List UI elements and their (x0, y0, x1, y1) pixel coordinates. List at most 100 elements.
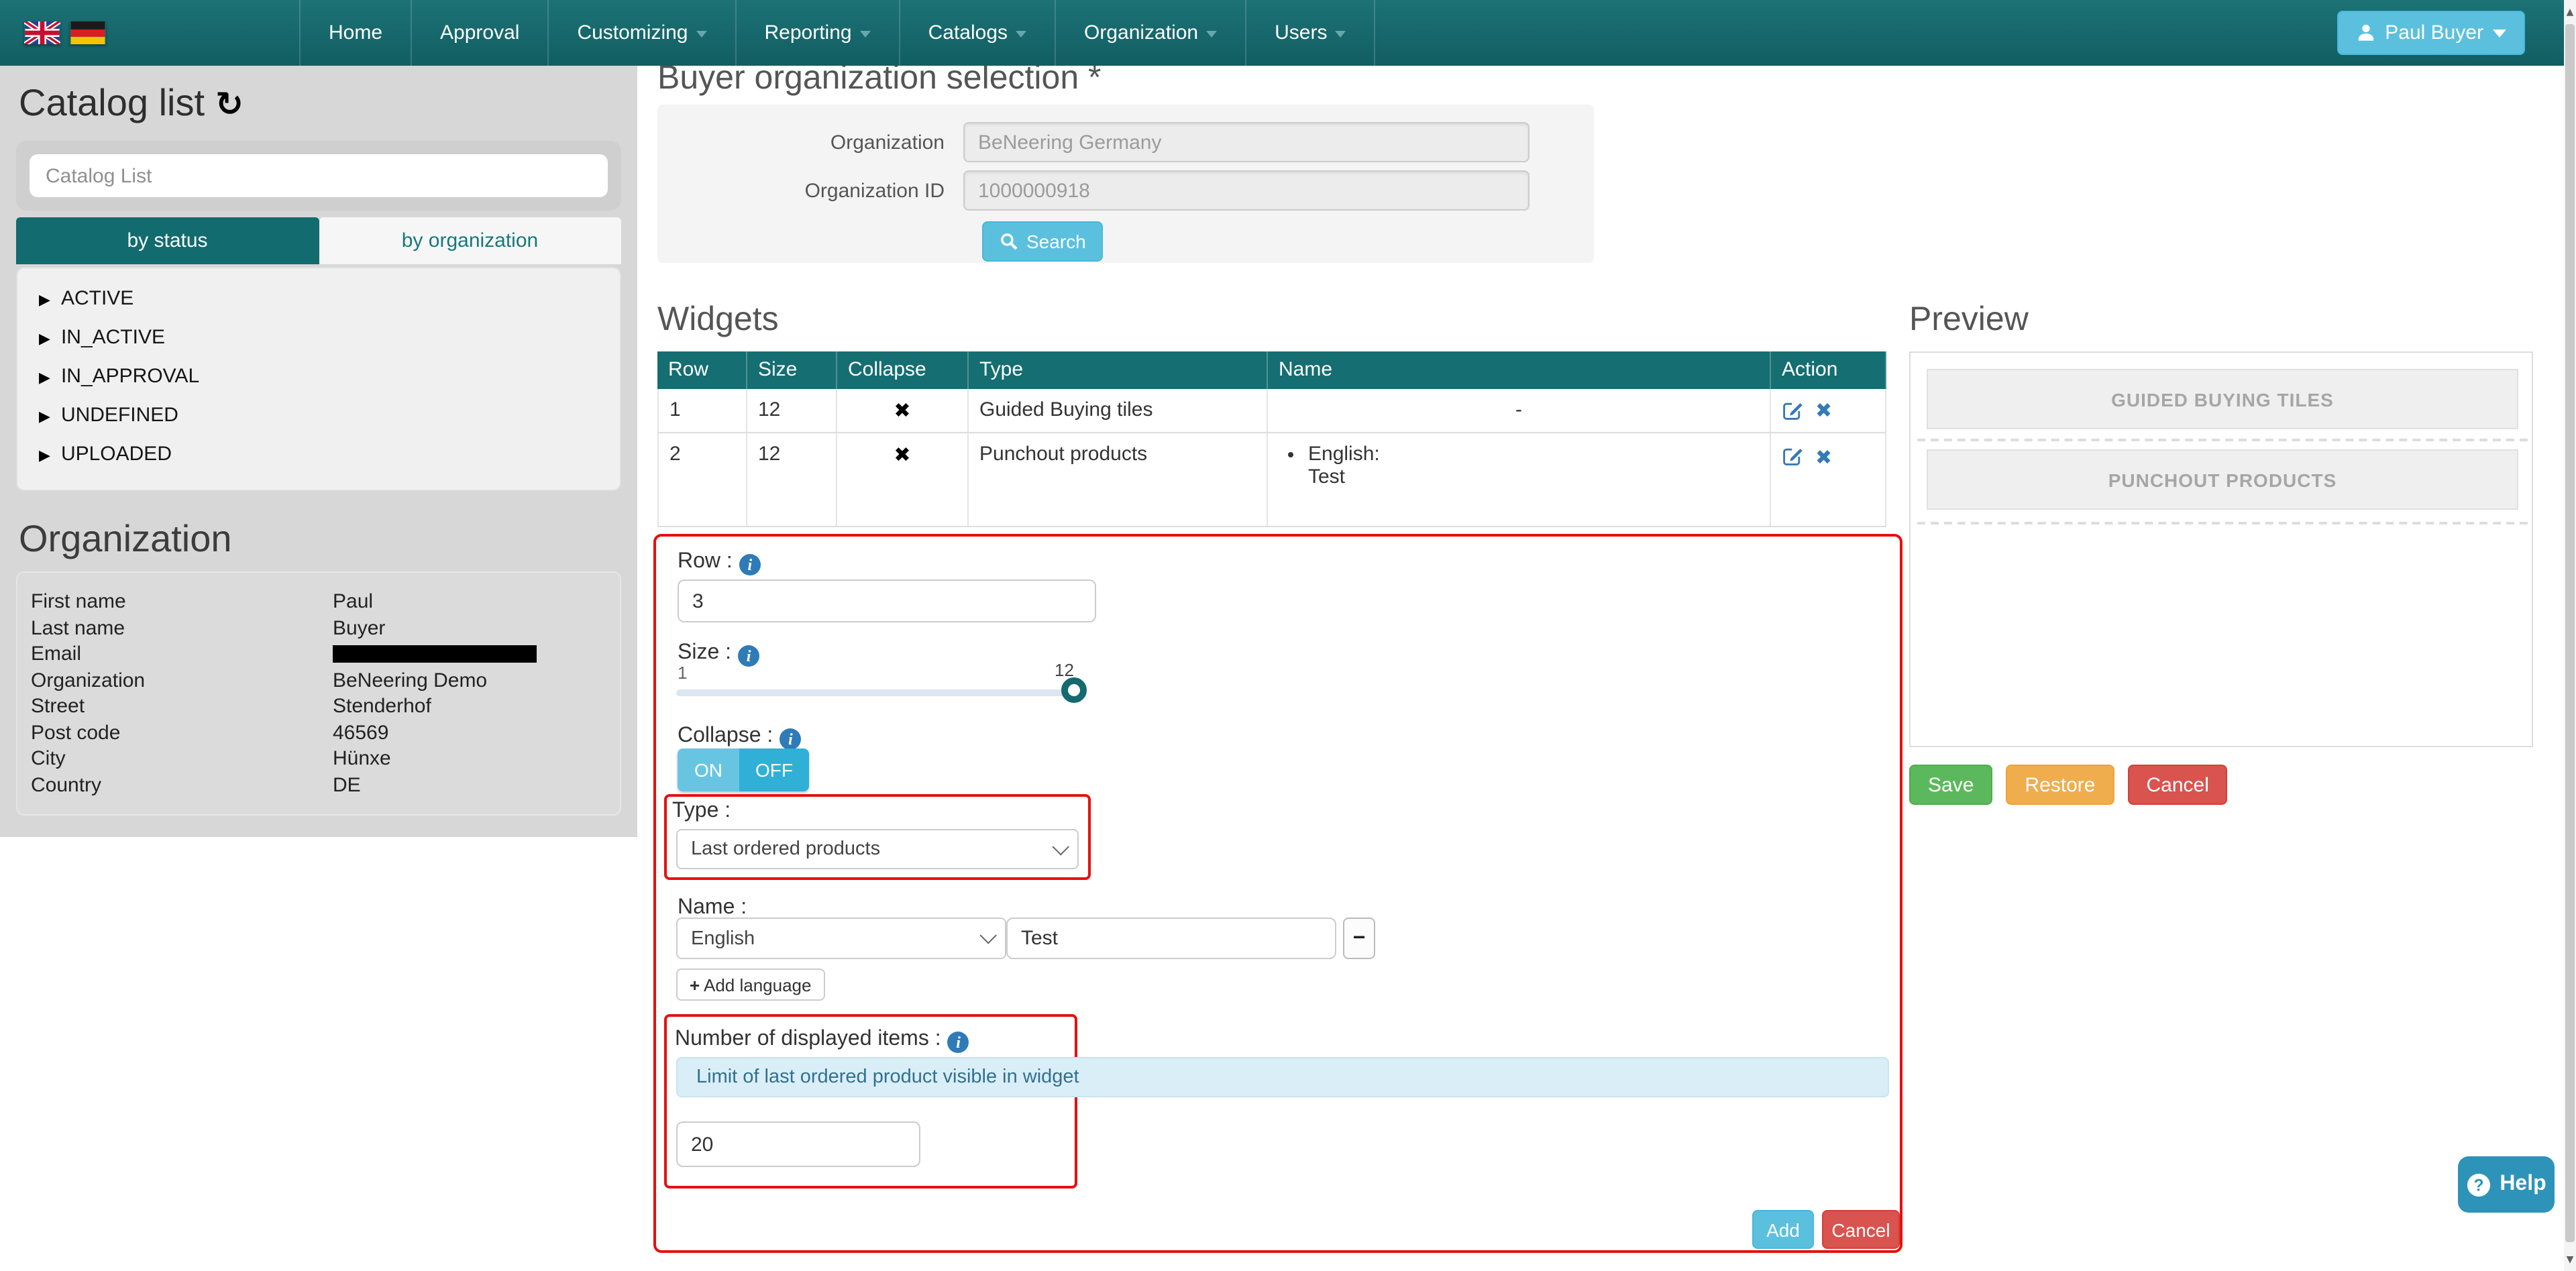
org-field-first-name: First namePaul (31, 589, 606, 615)
language-switcher (24, 21, 106, 44)
question-icon: ? (2466, 1172, 2491, 1197)
organization-title: Organization (19, 518, 619, 561)
items-label: Number of displayed items :i (675, 1028, 969, 1053)
widgets-title: Widgets (657, 300, 779, 339)
save-button[interactable]: Save (1909, 765, 1992, 805)
add-language-button[interactable]: + Add language (676, 969, 825, 1001)
language-select[interactable]: English (676, 918, 1006, 959)
status-item-in-approval[interactable]: ▶IN_APPROVAL (17, 357, 620, 396)
nav-customizing[interactable]: Customizing (549, 0, 736, 66)
main-menu: Home Approval Customizing Reporting Cata… (299, 0, 1375, 66)
edit-icon[interactable] (1782, 445, 1803, 467)
toggle-off-button[interactable]: OFF (739, 749, 809, 791)
organization-details: First namePaul Last nameBuyer Email Orga… (16, 571, 621, 816)
scroll-up-icon[interactable]: ▲ (2564, 4, 2576, 20)
col-size: Size (747, 351, 837, 389)
organization-id-label: Organization ID (679, 179, 963, 202)
items-hint-bar: Limit of last ordered product visible in… (676, 1057, 1889, 1097)
toggle-on-button[interactable]: ON (678, 749, 739, 791)
preview-tile-guided-buying: GUIDED BUYING TILES (1927, 369, 2518, 429)
org-field-organization: OrganizationBeNeering Demo (31, 667, 606, 694)
name-label: Name : (678, 896, 747, 920)
org-field-city: CityHünxe (31, 746, 606, 772)
preview-actions: Save Restore Cancel (1909, 765, 2228, 805)
info-icon[interactable]: i (739, 554, 761, 575)
info-icon[interactable]: i (780, 728, 801, 750)
row-input[interactable] (678, 579, 1096, 622)
nav-users[interactable]: Users (1246, 0, 1375, 66)
organization-id-input (963, 170, 1529, 211)
search-button[interactable]: Search (982, 221, 1104, 262)
triangle-right-icon: ▶ (39, 291, 50, 309)
nav-approval[interactable]: Approval (412, 0, 549, 66)
help-button[interactable]: ? Help (2458, 1156, 2555, 1213)
page: Home Approval Customizing Reporting Cata… (0, 0, 2576, 1271)
user-name: Paul Buyer (2385, 21, 2483, 44)
type-select[interactable]: Last ordered products (676, 829, 1079, 869)
triangle-right-icon: ▶ (39, 447, 50, 464)
status-item-uploaded[interactable]: ▶UPLOADED (17, 435, 620, 474)
add-widget-form: Row :i Size :i 1 12 Collapse :i ON OFF T… (653, 534, 1902, 1253)
col-collapse: Collapse (837, 351, 969, 389)
page-scrollbar[interactable]: ▲ ▼ (2564, 0, 2576, 1271)
collapse-x-icon: ✖ (837, 433, 969, 526)
preview-title: Preview (1909, 300, 2029, 339)
items-count-input[interactable] (676, 1121, 920, 1167)
triangle-right-icon: ▶ (39, 369, 50, 386)
chevron-down-icon (980, 927, 997, 944)
col-action: Action (1771, 351, 1886, 389)
chevron-down-icon (1206, 30, 1217, 37)
collapse-label: Collapse :i (678, 724, 801, 750)
triangle-right-icon: ▶ (39, 330, 50, 347)
info-icon[interactable]: i (738, 645, 759, 667)
user-menu-button[interactable]: Paul Buyer (2337, 11, 2525, 55)
cancel-button[interactable]: Cancel (2127, 765, 2227, 805)
org-field-email: Email (31, 641, 606, 667)
catalog-search-input[interactable] (30, 154, 608, 197)
type-label: Type : (672, 799, 731, 824)
german-flag-icon[interactable] (70, 21, 106, 44)
size-slider-track[interactable] (676, 689, 1079, 696)
info-icon[interactable]: i (948, 1032, 969, 1053)
status-item-active[interactable]: ▶ACTIVE (17, 279, 620, 318)
catalog-sidebar: Catalog list↻ by status by organization … (0, 66, 637, 1271)
size-slider-handle[interactable] (1061, 677, 1087, 703)
preview-tile-punchout: PUNCHOUT PRODUCTS (1927, 449, 2518, 510)
nav-organization[interactable]: Organization (1056, 0, 1246, 66)
buyer-selection-form: Organization Organization ID Search (657, 105, 1594, 263)
delete-x-icon[interactable]: ✖ (1815, 445, 1832, 469)
dashed-separator (1917, 439, 2528, 441)
row-label: Row :i (678, 550, 761, 575)
widgets-table: Row Size Collapse Type Name Action 1 12 … (657, 351, 1886, 527)
name-input[interactable] (1006, 918, 1336, 959)
dashed-separator (1917, 522, 2528, 524)
scroll-down-icon[interactable]: ▼ (2564, 1252, 2576, 1268)
edit-icon[interactable] (1782, 400, 1803, 421)
chevron-down-icon (1053, 838, 1069, 854)
tab-by-status[interactable]: by status (16, 217, 319, 264)
nav-catalogs[interactable]: Catalogs (900, 0, 1056, 66)
refresh-icon[interactable]: ↻ (215, 85, 244, 123)
delete-x-icon[interactable]: ✖ (1815, 398, 1832, 423)
restore-button[interactable]: Restore (2006, 765, 2114, 805)
table-row: 1 12 ✖ Guided Buying tiles - ✖ (657, 389, 1886, 433)
table-row: 2 12 ✖ Punchout products English:Test ✖ (657, 433, 1886, 527)
col-name: Name (1268, 351, 1771, 389)
triangle-right-icon: ▶ (39, 408, 50, 425)
add-widget-button[interactable]: Add (1752, 1210, 1814, 1249)
top-navbar: Home Approval Customizing Reporting Cata… (0, 0, 2576, 66)
scrollbar-thumb[interactable] (2565, 24, 2575, 1242)
status-item-undefined[interactable]: ▶UNDEFINED (17, 396, 620, 435)
preview-panel: GUIDED BUYING TILES PUNCHOUT PRODUCTS (1909, 351, 2533, 747)
tab-by-organization[interactable]: by organization (319, 217, 621, 264)
remove-language-button[interactable]: − (1343, 918, 1375, 959)
cancel-widget-button[interactable]: Cancel (1822, 1210, 1900, 1249)
collapse-x-icon: ✖ (837, 389, 969, 432)
status-item-in-active[interactable]: ▶IN_ACTIVE (17, 318, 620, 357)
chevron-down-icon (2493, 29, 2506, 37)
org-field-last-name: Last nameBuyer (31, 615, 606, 641)
nav-reporting[interactable]: Reporting (737, 0, 900, 66)
nav-home[interactable]: Home (299, 0, 412, 66)
sidebar-panel: Catalog list↻ by status by organization … (0, 66, 637, 837)
uk-flag-icon[interactable] (24, 21, 60, 44)
